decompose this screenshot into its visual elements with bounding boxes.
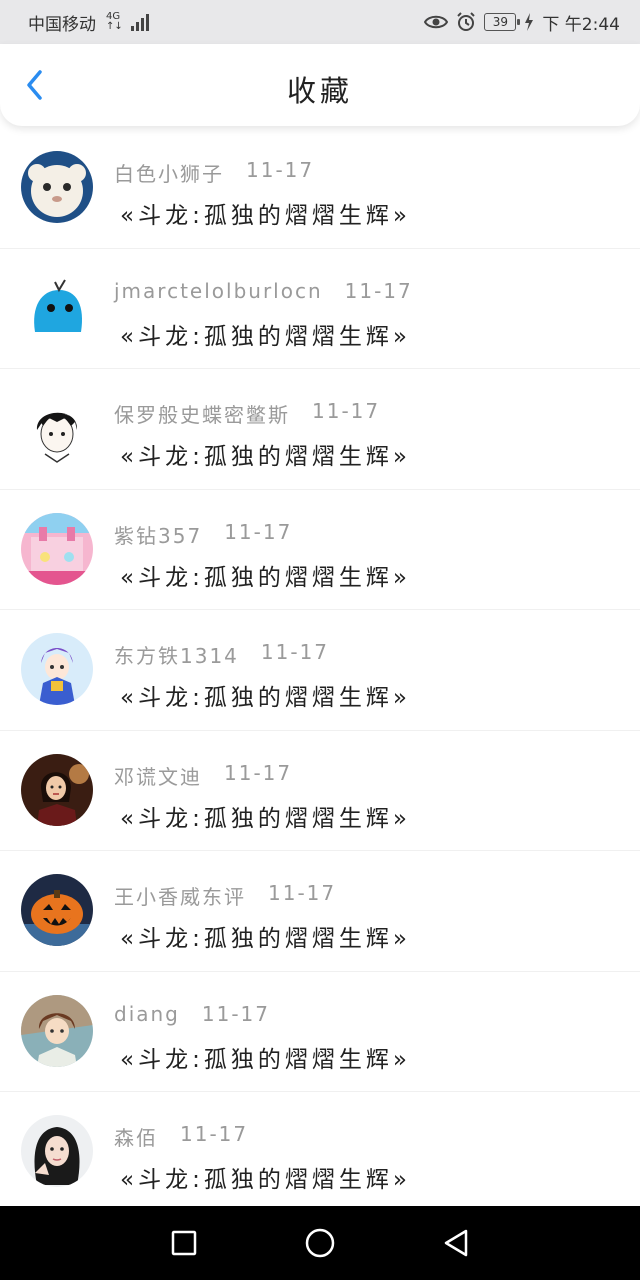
system-nav-bar: [0, 1206, 640, 1280]
status-bar: 中国移动 4G ↑↓ 39 下 午2:44: [0, 0, 640, 44]
page-header: 收藏: [0, 44, 640, 126]
date: 11-17: [201, 1001, 271, 1026]
network-indicator: 4G ↑↓: [106, 12, 123, 32]
status-right: 39 下 午2:44: [424, 10, 620, 35]
recent-apps-button[interactable]: [166, 1225, 202, 1261]
work-title[interactable]: «斗龙:孤独的熠熠生辉»: [120, 558, 411, 592]
item-meta: 王小香威东评 11-17: [114, 881, 336, 910]
girl-portrait-avatar[interactable]: [21, 1115, 93, 1187]
username[interactable]: 东方铁1314: [114, 640, 239, 669]
work-title[interactable]: «斗龙:孤独的熠熠生辉»: [120, 317, 411, 351]
username[interactable]: diang: [114, 1002, 180, 1026]
data-arrows-icon: ↑↓: [106, 21, 123, 32]
item-meta: diang 11-17: [114, 1002, 270, 1026]
list-item[interactable]: 东方铁1314 11-17 «斗龙:孤独的熠熠生辉»: [0, 610, 640, 731]
username[interactable]: jmarctelolburlocn: [114, 279, 323, 303]
username[interactable]: 保罗般史蝶密鳖斯: [114, 399, 290, 428]
work-title[interactable]: «斗龙:孤独的熠熠生辉»: [120, 1160, 411, 1194]
clock: 下 午2:44: [542, 14, 620, 35]
item-meta: 紫钻357 11-17: [114, 520, 292, 549]
battery-icon: 39: [484, 13, 521, 31]
date: 11-17: [312, 399, 381, 423]
date: 11-17: [246, 158, 315, 182]
nav-back-button[interactable]: [438, 1225, 474, 1261]
list-item[interactable]: 邓谎文迪 11-17 «斗龙:孤独的熠熠生辉»: [0, 731, 640, 851]
work-title[interactable]: «斗龙:孤独的熠熠生辉»: [120, 919, 411, 953]
status-left: 中国移动 4G ↑↓: [28, 10, 149, 35]
recent-apps-icon: [171, 1230, 197, 1256]
pumpkin-avatar[interactable]: [21, 874, 93, 946]
anime-character-avatar[interactable]: [21, 994, 93, 1067]
username[interactable]: 森佰: [114, 1122, 158, 1151]
username[interactable]: 紫钻357: [114, 520, 202, 549]
favorites-list: 白色小狮子 11-17 «斗龙:孤独的熠熠生辉» jmarctelolburlo…: [0, 128, 640, 1206]
eye-icon: [424, 15, 449, 29]
woman-portrait-avatar[interactable]: [21, 753, 93, 826]
list-item[interactable]: 保罗般史蝶密鳖斯 11-17 «斗龙:孤独的熠熠生辉»: [0, 369, 640, 490]
page-title: 收藏: [286, 74, 353, 108]
battery-level: 39: [492, 15, 509, 29]
date: 11-17: [268, 881, 337, 905]
username[interactable]: 邓谎文迪: [114, 761, 202, 790]
date: 11-17: [224, 760, 293, 785]
list-item[interactable]: 王小香威东评 11-17 «斗龙:孤独的熠熠生辉»: [0, 851, 640, 972]
date: 11-17: [344, 278, 413, 303]
list-item[interactable]: 森佰 11-17 «斗龙:孤独的熠熠生辉»: [0, 1092, 640, 1206]
item-meta: 森佰 11-17: [114, 1122, 248, 1151]
date: 11-17: [260, 640, 330, 664]
charging-icon: [525, 13, 534, 31]
alarm-icon: [457, 12, 476, 31]
date: 11-17: [180, 1122, 249, 1146]
username[interactable]: 白色小狮子: [114, 158, 224, 187]
anime-boy-avatar[interactable]: [21, 392, 93, 464]
pink-castle-avatar[interactable]: [21, 512, 93, 585]
list-item[interactable]: 白色小狮子 11-17 «斗龙:孤独的熠熠生辉»: [0, 128, 640, 249]
work-title[interactable]: «斗龙:孤独的熠熠生辉»: [120, 437, 411, 471]
carrier-label: 中国移动: [28, 14, 96, 35]
white-lion-avatar[interactable]: [21, 151, 93, 223]
list-item[interactable]: jmarctelolburlocn 11-17 «斗龙:孤独的熠熠生辉»: [0, 249, 640, 369]
list-item[interactable]: 紫钻357 11-17 «斗龙:孤独的熠熠生辉»: [0, 490, 640, 610]
item-meta: 保罗般史蝶密鳖斯 11-17: [114, 399, 380, 428]
blue-creature-avatar[interactable]: [21, 271, 93, 344]
item-meta: 东方铁1314 11-17: [114, 640, 329, 669]
signal-icon: [130, 13, 149, 31]
list-item[interactable]: diang 11-17 «斗龙:孤独的熠熠生辉»: [0, 972, 640, 1092]
item-meta: jmarctelolburlocn 11-17: [114, 279, 413, 303]
work-title[interactable]: «斗龙:孤独的熠熠生辉»: [120, 1040, 411, 1074]
item-meta: 邓谎文迪 11-17: [114, 761, 292, 790]
item-meta: 白色小狮子 11-17: [114, 158, 314, 187]
username[interactable]: 王小香威东评: [114, 881, 246, 910]
back-icon: [444, 1229, 468, 1257]
work-title[interactable]: «斗龙:孤独的熠熠生辉»: [120, 799, 411, 833]
home-button[interactable]: [302, 1225, 338, 1261]
home-icon: [305, 1228, 335, 1258]
work-title[interactable]: «斗龙:孤独的熠熠生辉»: [120, 196, 411, 230]
date: 11-17: [224, 519, 293, 544]
work-title[interactable]: «斗龙:孤独的熠熠生辉»: [120, 678, 411, 712]
anime-warrior-avatar[interactable]: [21, 633, 93, 705]
